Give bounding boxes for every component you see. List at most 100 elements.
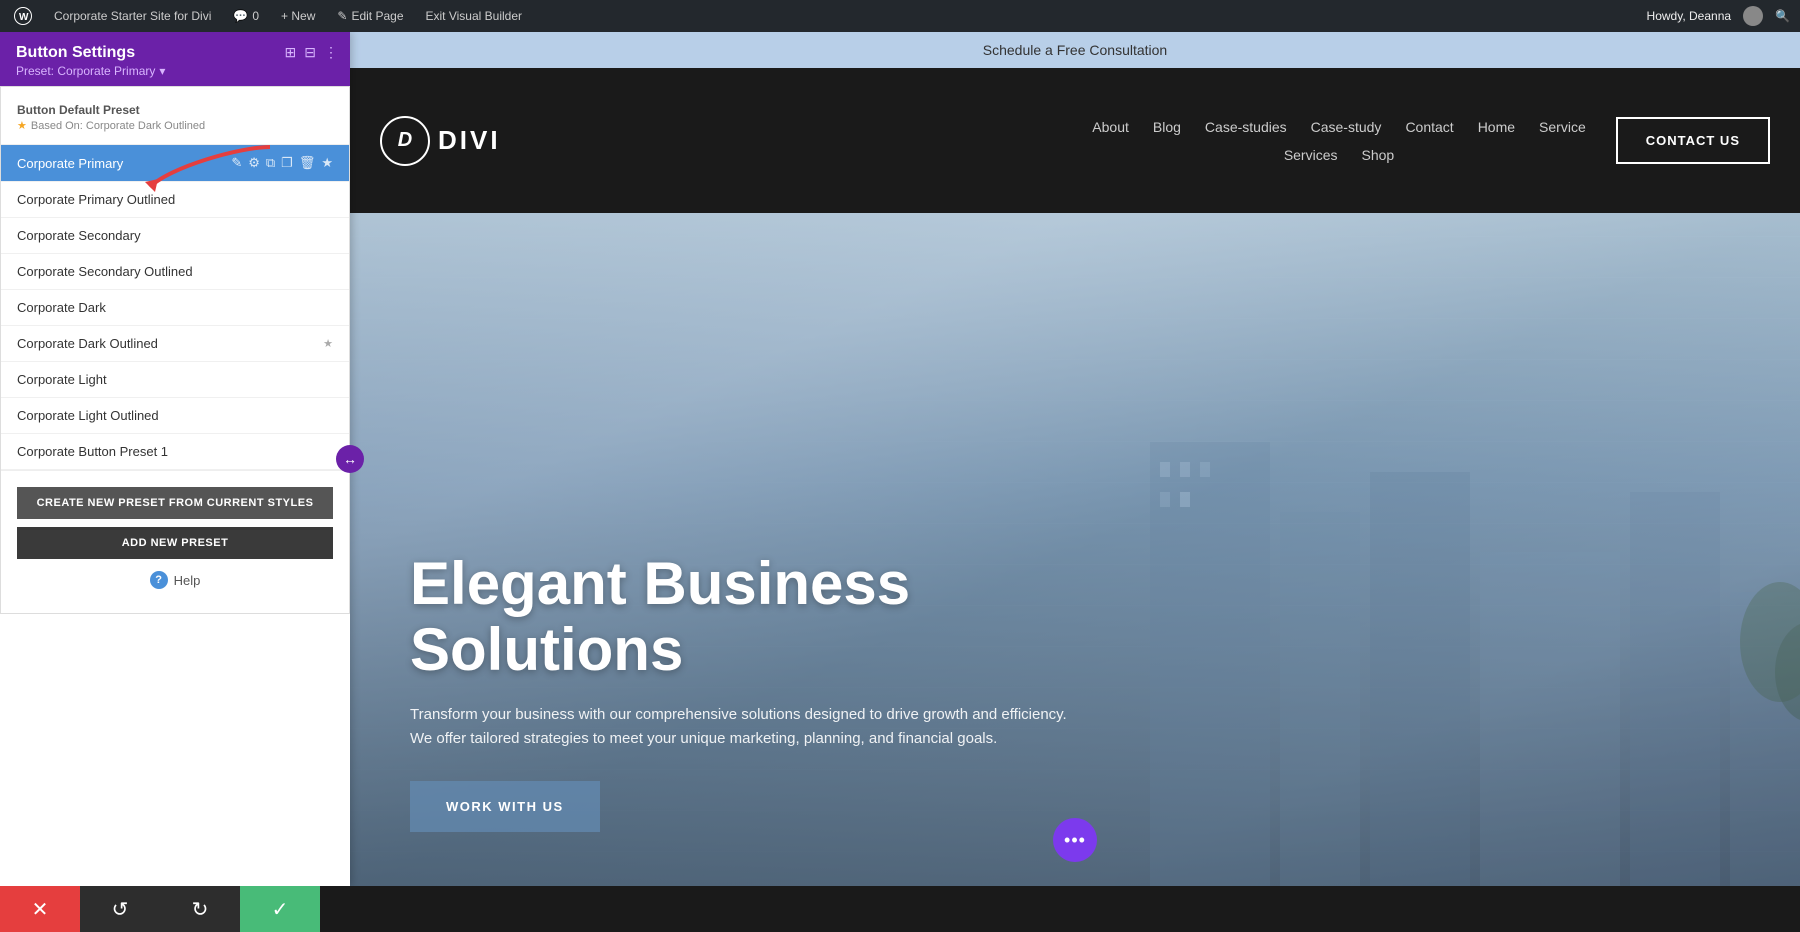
comment-icon: 💬	[233, 9, 248, 23]
copy-icon[interactable]: ⧉	[266, 155, 275, 171]
nav-home[interactable]: Home	[1478, 119, 1515, 135]
preset-item-corporate-primary[interactable]: Corporate Primary ✎ ⚙ ⧉ ❐ 🗑 ★	[1, 145, 349, 182]
wp-logo-item[interactable]: W	[10, 0, 36, 32]
help-label: Help	[174, 573, 201, 588]
nav-shop[interactable]: Shop	[1362, 147, 1395, 163]
announcement-bar: Schedule a Free Consultation	[350, 32, 1800, 68]
undo-icon: ↺	[112, 897, 129, 922]
help-icon: ?	[150, 571, 168, 589]
greeting: Howdy, Deanna	[1647, 9, 1732, 23]
panel-preset-label: Preset: Corporate Primary	[16, 64, 155, 78]
panel-more-icon[interactable]: ⋮	[324, 44, 338, 61]
save-button[interactable]: ✓	[240, 886, 320, 932]
default-preset-title: Button Default Preset	[17, 103, 333, 117]
panel-layout-icon[interactable]: ⊞	[285, 44, 297, 61]
preset-item-corporate-button-preset[interactable]: Corporate Button Preset 1	[1, 434, 349, 470]
nav-contact[interactable]: Contact	[1405, 119, 1453, 135]
bottom-bar: ✕ ↺ ↻ ✓	[0, 886, 1800, 932]
wp-icon: W	[14, 7, 32, 25]
panel-header: Button Settings Preset: Corporate Primar…	[0, 32, 350, 86]
nav-services[interactable]: Services	[1284, 147, 1338, 163]
preset-label: Corporate Light	[17, 372, 107, 387]
preset-item-corporate-light[interactable]: Corporate Light	[1, 362, 349, 398]
preset-label: Corporate Primary Outlined	[17, 192, 175, 207]
undo-button[interactable]: ↺	[80, 886, 160, 932]
nav-links-row-2: Services Shop	[1284, 147, 1394, 163]
chevron-down-icon: ▾	[159, 64, 165, 78]
panel-preset-selector[interactable]: Preset: Corporate Primary ▾	[16, 64, 334, 78]
hero-cta-button[interactable]: WORK WITH US	[410, 781, 600, 832]
logo-letter: D	[398, 129, 412, 152]
preset-label: Corporate Light Outlined	[17, 408, 159, 423]
redo-icon: ↻	[192, 897, 209, 922]
main-layout: Button Settings Preset: Corporate Primar…	[0, 32, 1800, 886]
create-preset-button[interactable]: CREATE NEW PRESET FROM CURRENT STYLES	[17, 487, 333, 519]
redo-button[interactable]: ↻	[160, 886, 240, 932]
add-preset-button[interactable]: ADD NEW PRESET	[17, 527, 333, 559]
site-nav: D DIVI About Blog Case-studies Case-stud…	[350, 68, 1800, 213]
gear-icon[interactable]: ⚙	[248, 155, 260, 171]
close-icon: ✕	[32, 897, 49, 922]
help-link[interactable]: ? Help	[17, 571, 333, 589]
preset-item-corporate-dark[interactable]: Corporate Dark	[1, 290, 349, 326]
preset-label: Corporate Dark	[17, 300, 106, 315]
star-icon: ★	[17, 119, 27, 132]
star-active-icon[interactable]: ★	[321, 155, 333, 171]
nav-about[interactable]: About	[1092, 119, 1129, 135]
announcement-text: Schedule a Free Consultation	[983, 42, 1167, 58]
admin-bar-right: Howdy, Deanna 🔍	[1647, 6, 1790, 26]
contact-us-button[interactable]: CONTACT US	[1616, 117, 1770, 164]
resize-handle[interactable]: ↔	[336, 445, 364, 473]
close-button[interactable]: ✕	[0, 886, 80, 932]
panel-header-icons: ⊞ ⊟ ⋮	[285, 44, 338, 61]
exit-label: Exit Visual Builder	[426, 9, 523, 23]
nav-case-studies[interactable]: Case-studies	[1205, 119, 1287, 135]
new-item[interactable]: + New	[277, 0, 319, 32]
trash-icon[interactable]: 🗑	[299, 155, 316, 171]
save-icon: ✓	[272, 897, 289, 922]
preset-label: Corporate Secondary	[17, 228, 141, 243]
pencil-icon[interactable]: ✎	[231, 155, 242, 171]
default-preset-subtitle: ★ Based On: Corporate Dark Outlined	[17, 119, 333, 132]
preset-label: Corporate Button Preset 1	[17, 444, 168, 459]
nav-links: About Blog Case-studies Case-study Conta…	[1092, 119, 1585, 163]
nav-case-study[interactable]: Case-study	[1311, 119, 1382, 135]
edit-icon: ✎	[337, 9, 347, 23]
site-name: Corporate Starter Site for Divi	[54, 9, 211, 23]
site-logo: D DIVI	[380, 116, 501, 166]
preset-item-corporate-secondary-outlined[interactable]: Corporate Secondary Outlined	[1, 254, 349, 290]
logo-icon: D	[380, 116, 430, 166]
panel-grid-icon[interactable]: ⊟	[304, 44, 316, 61]
hero-section: Elegant Business Solutions Transform you…	[350, 213, 1800, 886]
hero-subtitle: Transform your business with our compreh…	[410, 703, 1090, 751]
site-name-item[interactable]: Corporate Starter Site for Divi	[50, 0, 215, 32]
bottom-bar-left: ✕ ↺ ↻ ✓	[0, 886, 320, 932]
svg-text:W: W	[19, 12, 29, 23]
panel-footer: CREATE NEW PRESET FROM CURRENT STYLES AD…	[1, 470, 349, 605]
preset-label: Corporate Dark Outlined	[17, 336, 158, 351]
nav-blog[interactable]: Blog	[1153, 119, 1181, 135]
preset-item-corporate-light-outlined[interactable]: Corporate Light Outlined	[1, 398, 349, 434]
preset-label: Corporate Secondary Outlined	[17, 264, 193, 279]
dots-icon: •••	[1064, 830, 1086, 851]
nav-links-row-1: About Blog Case-studies Case-study Conta…	[1092, 119, 1585, 135]
left-panel: Button Settings Preset: Corporate Primar…	[0, 32, 350, 886]
preset-list: Corporate Primary ✎ ⚙ ⧉ ❐ 🗑 ★ Corporate …	[1, 145, 349, 470]
exit-builder-item[interactable]: Exit Visual Builder	[422, 0, 527, 32]
comment-count: 0	[252, 9, 259, 23]
preset-dropdown: Button Default Preset ★ Based On: Corpor…	[0, 86, 350, 614]
preset-item-corporate-secondary[interactable]: Corporate Secondary	[1, 218, 349, 254]
edit-page-item[interactable]: ✎ Edit Page	[333, 0, 407, 32]
preset-item-corporate-dark-outlined[interactable]: Corporate Dark Outlined ★	[1, 326, 349, 362]
default-preset-section: Button Default Preset ★ Based On: Corpor…	[1, 95, 349, 145]
preset-item-actions: ✎ ⚙ ⧉ ❐ 🗑 ★	[231, 155, 333, 171]
star-preset-icon[interactable]: ★	[323, 337, 333, 350]
preset-item-corporate-primary-outlined[interactable]: Corporate Primary Outlined	[1, 182, 349, 218]
avatar[interactable]	[1743, 6, 1763, 26]
comment-item[interactable]: 💬 0	[229, 0, 263, 32]
search-icon[interactable]: 🔍	[1775, 9, 1790, 23]
hero-content: Elegant Business Solutions Transform you…	[350, 551, 1150, 832]
edit-page-label: Edit Page	[351, 9, 403, 23]
nav-service[interactable]: Service	[1539, 119, 1586, 135]
duplicate-icon[interactable]: ❐	[281, 155, 293, 171]
